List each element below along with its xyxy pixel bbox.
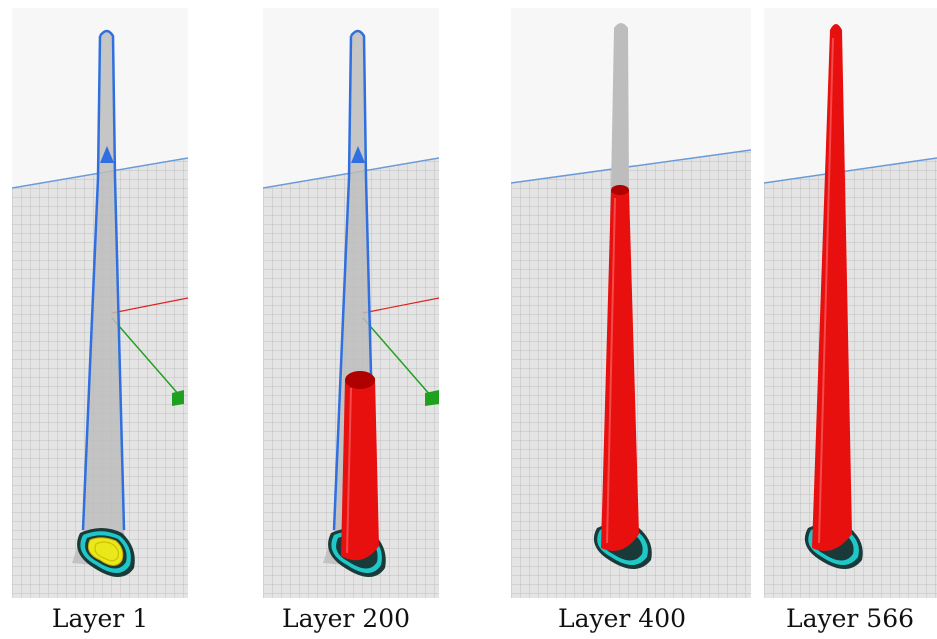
layer-1-scene: [12, 29, 188, 598]
viewport-layer-400[interactable]: [511, 8, 751, 598]
unprinted-model: [611, 23, 629, 188]
caption-layer-400: Layer 400: [557, 604, 687, 633]
printed-model: [341, 371, 379, 561]
caption-layer-1: Layer 1: [51, 604, 149, 633]
viewport-layer-566[interactable]: [764, 8, 937, 598]
caption-layer-566: Layer 566: [785, 604, 915, 633]
caption-layer-200: Layer 200: [281, 604, 411, 633]
layer-400-scene: [511, 23, 751, 598]
viewport-layer-1[interactable]: [12, 8, 188, 598]
layer-566-scene: [764, 24, 937, 598]
viewport-layer-200[interactable]: [263, 8, 439, 598]
layer-200-scene: [263, 29, 439, 598]
